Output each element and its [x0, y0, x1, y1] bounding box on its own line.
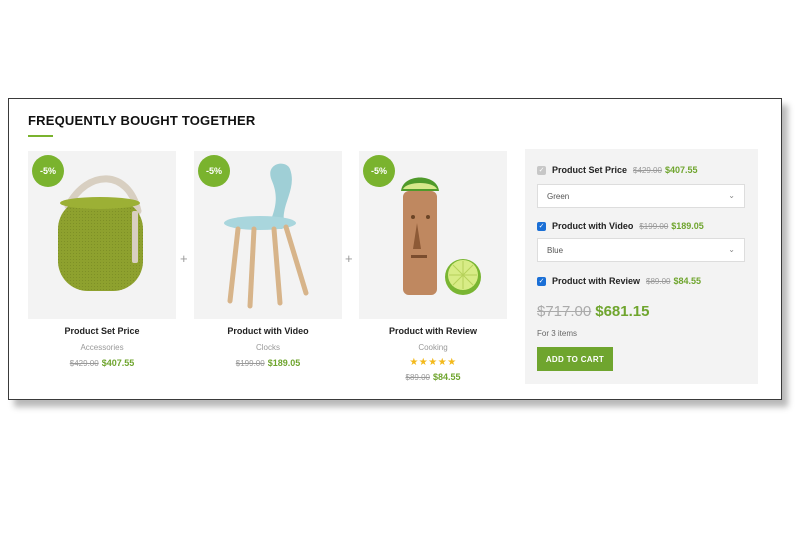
product-name[interactable]: Product Set Price [28, 326, 176, 336]
product-image-chair[interactable]: -5% [194, 151, 342, 319]
sale-price: $84.55 [432, 372, 461, 382]
bundle-summary: ✓ Product Set Price $429.00 $407.55 Green… [525, 149, 758, 384]
option-old-price: $89.00 [646, 276, 671, 286]
product-image-stool[interactable]: -5% [28, 151, 176, 319]
frequently-bought-together-panel: FREQUENTLY BOUGHT TOGETHER -5% Product S… [8, 98, 782, 400]
color-select-2[interactable]: Blue ⌄ [537, 238, 745, 262]
product-category[interactable]: Accessories [28, 343, 176, 352]
discount-badge: -5% [198, 155, 230, 187]
option-price: $84.55 [673, 276, 702, 286]
product-card: -5% Product Set Price Accessories $429.0… [28, 151, 176, 368]
discount-badge: -5% [363, 155, 395, 187]
title-underline [28, 135, 53, 137]
checkbox-set-price[interactable]: ✓ [537, 165, 546, 175]
total-old-price: $717.00 [537, 303, 592, 320]
plus-icon: + [180, 251, 188, 266]
product-category[interactable]: Clocks [194, 343, 342, 352]
sale-price: $407.55 [101, 358, 135, 368]
checkbox-review[interactable]: ✓ [537, 276, 546, 286]
add-to-cart-button[interactable]: ADD TO CART [537, 347, 613, 371]
bundle-option-set-price: ✓ Product Set Price $429.00 $407.55 [537, 165, 698, 175]
bundle-option-review: ✓ Product with Review $89.00 $84.55 [537, 276, 701, 286]
product-name[interactable]: Product with Video [194, 326, 342, 336]
color-select-1[interactable]: Green ⌄ [537, 184, 745, 208]
product-name[interactable]: Product with Review [359, 326, 507, 336]
product-card: -5% Product with Video Clocks $199.00 $18… [194, 151, 342, 368]
product-price: $199.00 $189.05 [194, 358, 342, 368]
option-price: $407.55 [664, 165, 698, 175]
section-title: FREQUENTLY BOUGHT TOGETHER [28, 113, 256, 128]
old-price: $89.00 [405, 373, 430, 382]
checkbox-video[interactable]: ✓ [537, 221, 546, 231]
bundle-total: $717.00 $681.15 [537, 303, 649, 320]
chevron-down-icon: ⌄ [728, 191, 735, 200]
option-name: Product Set Price [552, 165, 628, 175]
product-price: $89.00 $84.55 [359, 372, 507, 382]
plus-icon: + [345, 251, 353, 266]
product-image-juicer[interactable]: -5% [359, 151, 507, 319]
product-price: $429.00 $407.55 [28, 358, 176, 368]
option-name: Product with Video [552, 221, 634, 231]
old-price: $199.00 [235, 359, 265, 368]
select-value: Green [547, 191, 570, 201]
sale-price: $189.05 [267, 358, 301, 368]
total-price: $681.15 [595, 303, 650, 320]
discount-badge: -5% [32, 155, 64, 187]
option-old-price: $199.00 [639, 221, 669, 231]
old-price: $429.00 [69, 359, 99, 368]
option-price: $189.05 [671, 221, 704, 231]
items-count: For 3 items [537, 329, 578, 338]
chevron-down-icon: ⌄ [728, 245, 735, 254]
product-category[interactable]: Cooking [359, 343, 507, 352]
star-rating: ★★★★★ [409, 357, 457, 368]
select-value: Blue [547, 245, 564, 255]
product-card: -5% Product with Review Cooking ★★★★★ $8… [359, 151, 507, 382]
option-name: Product with Review [552, 276, 641, 286]
option-old-price: $429.00 [633, 165, 662, 175]
bundle-option-video: ✓ Product with Video $199.00 $189.05 [537, 221, 704, 231]
